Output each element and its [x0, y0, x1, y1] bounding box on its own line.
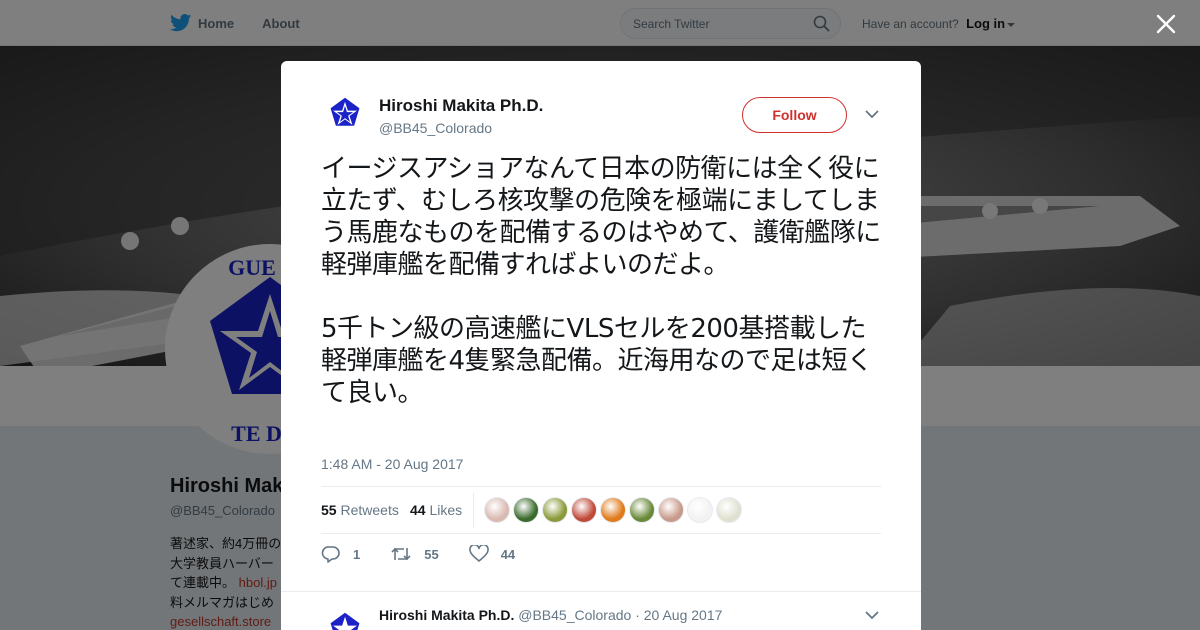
liker-avatar[interactable] — [542, 497, 568, 523]
follow-button[interactable]: Follow — [742, 97, 847, 133]
league-logo-icon — [321, 606, 369, 630]
reply-author-avatar[interactable] — [321, 606, 369, 630]
liker-avatars — [484, 497, 742, 523]
chevron-down-icon[interactable] — [865, 610, 879, 620]
retweet-count: 55 — [424, 546, 439, 562]
liker-avatar[interactable] — [687, 497, 713, 523]
liker-avatar[interactable] — [658, 497, 684, 523]
liker-avatar[interactable] — [600, 497, 626, 523]
close-icon[interactable] — [1156, 14, 1176, 34]
liker-avatar[interactable] — [716, 497, 742, 523]
reply-count: 1 — [353, 546, 361, 562]
reply-author-handle[interactable]: @BB45_Colorado — [518, 607, 631, 623]
reply-tweet[interactable]: Hiroshi Makita Ph.D. @BB45_Colorado · 20… — [281, 591, 921, 630]
likes-label: Likes — [429, 502, 463, 518]
stats-divider — [473, 493, 474, 528]
retweets-label: Retweets — [340, 502, 399, 518]
likes-count: 44 — [410, 502, 426, 518]
reply-button[interactable]: 1 — [321, 545, 360, 563]
likes-stat[interactable]: 44 Likes — [410, 502, 462, 518]
reply-icon — [321, 546, 340, 563]
retweets-stat[interactable]: 55 Retweets — [321, 502, 399, 518]
tweet-stats: 55 Retweets 44 Likes — [321, 486, 881, 534]
chevron-down-icon[interactable] — [865, 109, 879, 119]
liker-avatar[interactable] — [484, 497, 510, 523]
reply-date[interactable]: · 20 Aug 2017 — [635, 607, 722, 623]
league-logo-icon — [321, 91, 369, 139]
liker-avatar[interactable] — [629, 497, 655, 523]
liker-avatar[interactable] — [571, 497, 597, 523]
tweet-timestamp[interactable]: 1:48 AM - 20 Aug 2017 — [321, 456, 463, 472]
tweet-author-handle[interactable]: @BB45_Colorado — [379, 120, 492, 136]
like-button[interactable]: 44 — [468, 545, 516, 563]
retweets-count: 55 — [321, 502, 337, 518]
retweet-icon — [391, 547, 411, 561]
tweet-author-name[interactable]: Hiroshi Makita Ph.D. — [379, 96, 543, 116]
tweet-actions: 1 55 44 — [321, 543, 545, 565]
heart-icon — [468, 545, 489, 562]
reply-header: Hiroshi Makita Ph.D. @BB45_Colorado · 20… — [379, 607, 722, 623]
tweet-author-avatar[interactable] — [321, 91, 369, 139]
liker-avatar[interactable] — [513, 497, 539, 523]
like-count: 44 — [500, 546, 516, 562]
tweet-text: イージスアショアなんて日本の防衛には全く役に立たず、むしろ核攻撃の危険を極端にま… — [321, 154, 881, 408]
retweet-button[interactable]: 55 — [390, 545, 439, 563]
tweet-modal: Hiroshi Makita Ph.D. @BB45_Colorado Foll… — [281, 61, 921, 630]
reply-author-name[interactable]: Hiroshi Makita Ph.D. — [379, 607, 514, 623]
